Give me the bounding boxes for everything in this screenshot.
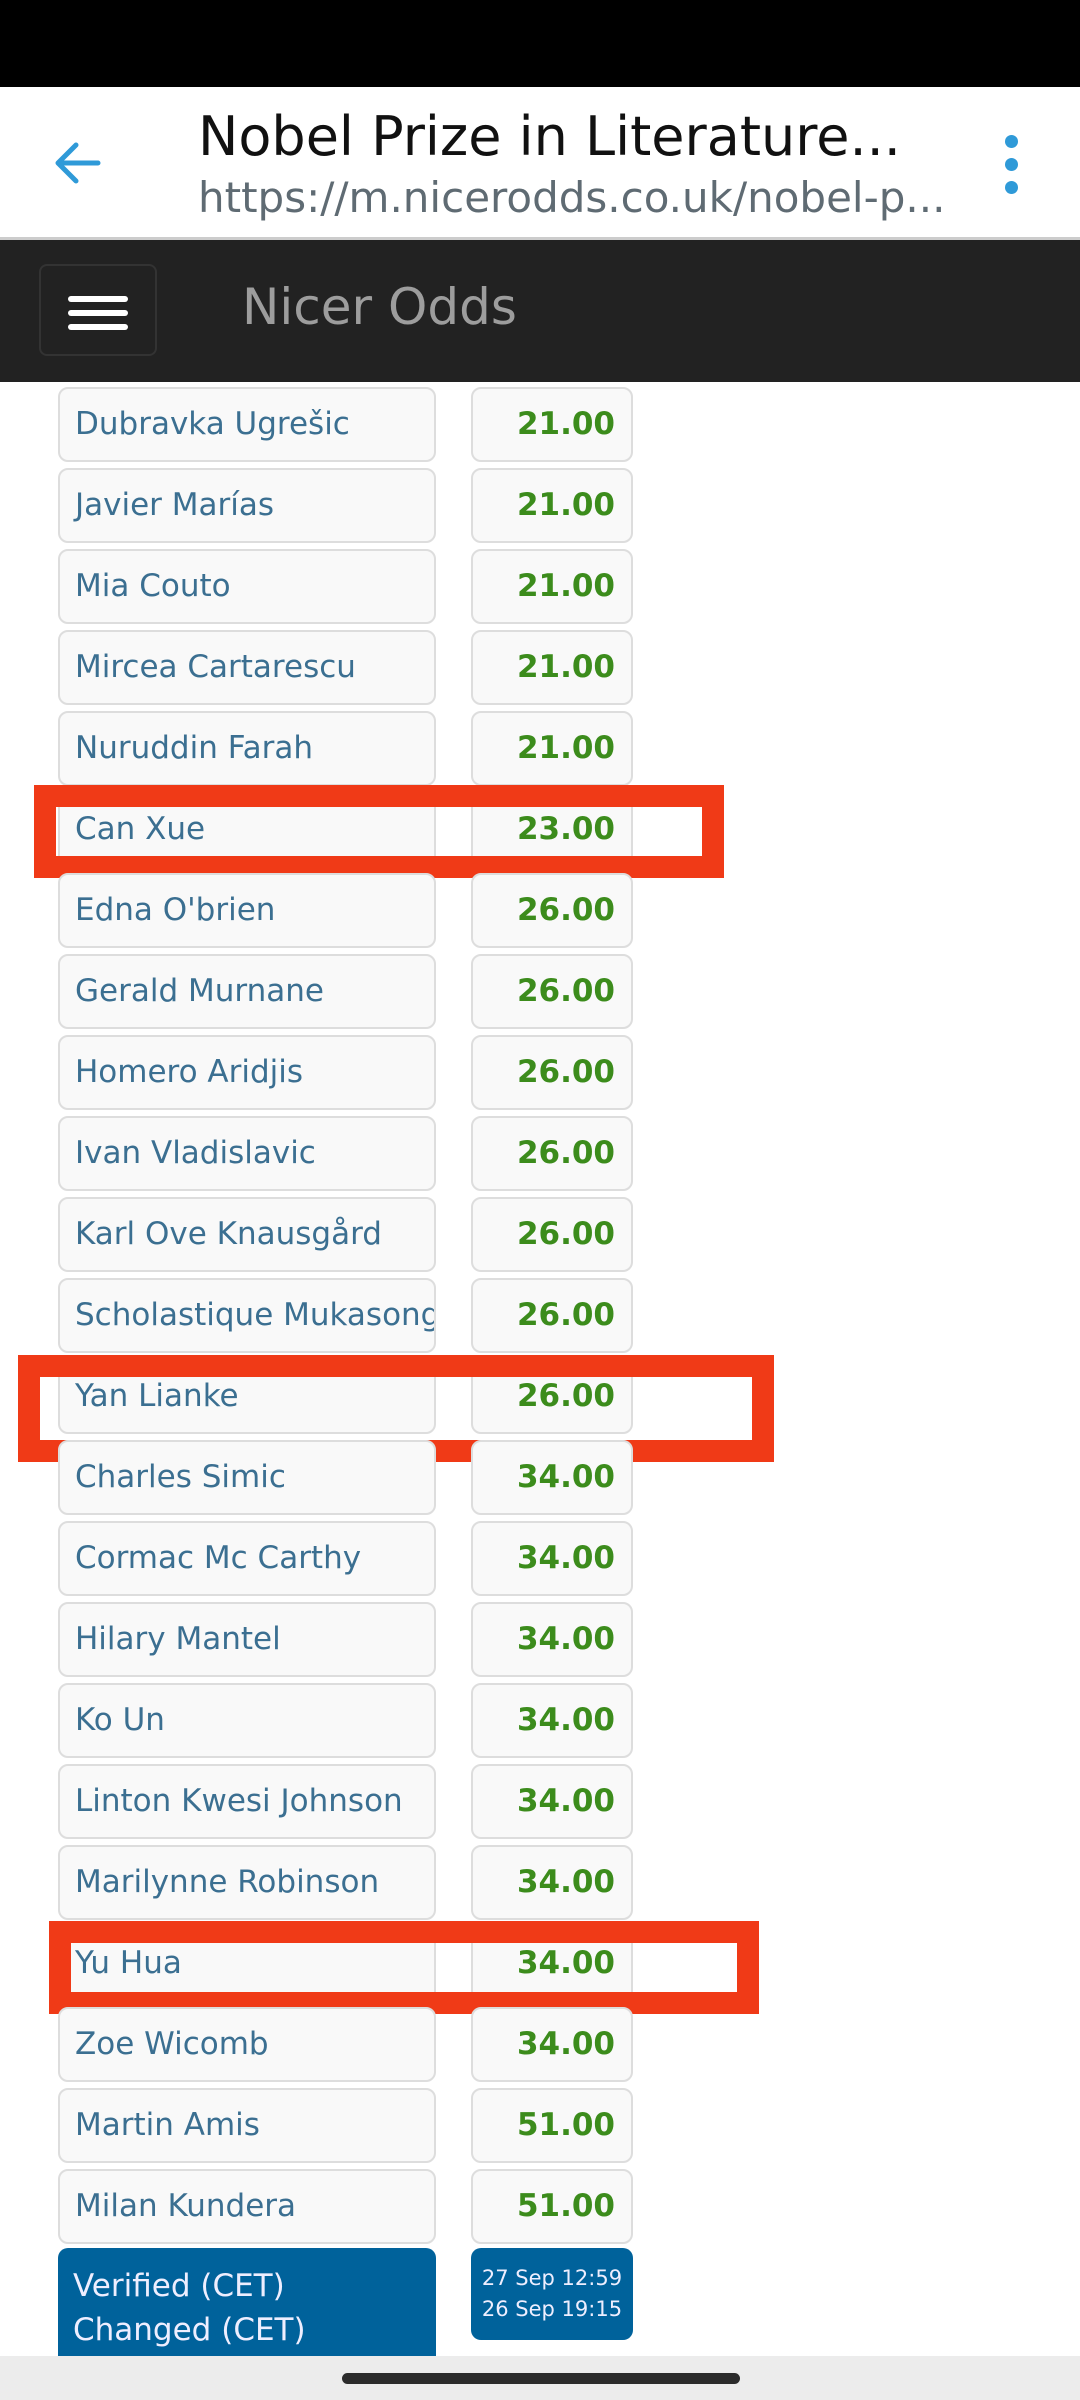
changed-label: Changed (CET) (73, 2312, 306, 2348)
arrow-left-icon[interactable] (48, 133, 108, 193)
odds-value[interactable]: 34.00 (471, 1602, 633, 1677)
odds-value[interactable]: 26.00 (471, 1035, 633, 1110)
candidate-name[interactable]: Ivan Vladislavic (58, 1116, 436, 1191)
site-brand[interactable]: Nicer Odds (242, 278, 517, 336)
odds-row[interactable]: Mircea Cartarescu 21.00 (0, 628, 1080, 709)
status-bar (0, 0, 1080, 87)
odds-row[interactable]: Gerald Murnane 26.00 (0, 952, 1080, 1033)
odds-row[interactable]: Charles Simic 34.00 (0, 1438, 1080, 1519)
odds-row[interactable]: Edna O'brien 26.00 (0, 871, 1080, 952)
odds-value[interactable]: 21.00 (471, 630, 633, 705)
odds-row[interactable]: Dubravka Ugrešic 21.00 (0, 385, 1080, 466)
highlight-box (49, 1921, 759, 2014)
verified-time: 27 Sep 12:59 (481, 2266, 623, 2290)
odds-value[interactable]: 26.00 (471, 954, 633, 1029)
candidate-name[interactable]: Scholastique Mukasonga (58, 1278, 436, 1353)
candidate-name[interactable]: Martin Amis (58, 2088, 436, 2163)
more-vert-icon[interactable] (1005, 135, 1019, 195)
odds-row[interactable]: Javier Marías 21.00 (0, 466, 1080, 547)
odds-value[interactable]: 34.00 (471, 2007, 633, 2082)
system-nav-bar (0, 2356, 1080, 2400)
candidate-name[interactable]: Homero Aridjis (58, 1035, 436, 1110)
odds-value[interactable]: 51.00 (471, 2169, 633, 2244)
candidate-name[interactable]: Nuruddin Farah (58, 711, 436, 786)
highlight-box (34, 785, 724, 878)
candidate-name[interactable]: Dubravka Ugrešic (58, 387, 436, 462)
odds-row[interactable]: Scholastique Mukasonga 26.00 (0, 1276, 1080, 1357)
candidate-name[interactable]: Karl Ove Knausgård (58, 1197, 436, 1272)
candidate-name[interactable]: Charles Simic (58, 1440, 436, 1515)
odds-row[interactable]: Marilynne Robinson 34.00 (0, 1843, 1080, 1924)
odds-value[interactable]: 26.00 (471, 1116, 633, 1191)
candidate-name[interactable]: Zoe Wicomb (58, 2007, 436, 2082)
page-title: Nobel Prize in Literature... (198, 105, 901, 168)
candidate-name[interactable]: Edna O'brien (58, 873, 436, 948)
changed-time: 26 Sep 19:15 (481, 2297, 623, 2321)
odds-row[interactable]: Karl Ove Knausgård 26.00 (0, 1195, 1080, 1276)
odds-row[interactable]: Cormac Mc Carthy 34.00 (0, 1519, 1080, 1600)
odds-row[interactable]: Ko Un 34.00 (0, 1681, 1080, 1762)
candidate-name[interactable]: Gerald Murnane (58, 954, 436, 1029)
verified-label: Verified (CET) (73, 2268, 285, 2304)
odds-row[interactable]: Ivan Vladislavic 26.00 (0, 1114, 1080, 1195)
odds-value[interactable]: 26.00 (471, 1197, 633, 1272)
odds-row[interactable]: Milan Kundera 51.00 (0, 2167, 1080, 2248)
candidate-name[interactable]: Javier Marías (58, 468, 436, 543)
page-url[interactable]: https://m.nicerodds.co.uk/nobel-p... (198, 173, 945, 222)
odds-row[interactable]: Linton Kwesi Johnson 34.00 (0, 1762, 1080, 1843)
odds-value[interactable]: 34.00 (471, 1764, 633, 1839)
candidate-name[interactable]: Mia Couto (58, 549, 436, 624)
odds-row[interactable]: Nuruddin Farah 21.00 (0, 709, 1080, 790)
hamburger-icon[interactable] (39, 264, 157, 356)
site-navbar: Nicer Odds (0, 240, 1080, 382)
candidate-name[interactable]: Cormac Mc Carthy (58, 1521, 436, 1596)
odds-value[interactable]: 21.00 (471, 549, 633, 624)
odds-row[interactable]: Martin Amis 51.00 (0, 2086, 1080, 2167)
candidate-name[interactable]: Mircea Cartarescu (58, 630, 436, 705)
odds-value[interactable]: 26.00 (471, 873, 633, 948)
odds-value[interactable]: 26.00 (471, 1278, 633, 1353)
candidate-name[interactable]: Marilynne Robinson (58, 1845, 436, 1920)
odds-value[interactable]: 34.00 (471, 1845, 633, 1920)
odds-value[interactable]: 34.00 (471, 1440, 633, 1515)
home-handle[interactable] (342, 2373, 740, 2384)
odds-value[interactable]: 34.00 (471, 1683, 633, 1758)
odds-row[interactable]: Zoe Wicomb 34.00 (0, 2005, 1080, 2086)
timestamp-values: 27 Sep 12:59 26 Sep 19:15 (471, 2248, 633, 2340)
odds-value[interactable]: 21.00 (471, 468, 633, 543)
odds-value[interactable]: 34.00 (471, 1521, 633, 1596)
odds-value[interactable]: 51.00 (471, 2088, 633, 2163)
browser-app-bar: Nobel Prize in Literature... https://m.n… (0, 87, 1080, 240)
odds-row[interactable]: Hilary Mantel 34.00 (0, 1600, 1080, 1681)
candidate-name[interactable]: Milan Kundera (58, 2169, 436, 2244)
odds-value[interactable]: 21.00 (471, 387, 633, 462)
candidate-name[interactable]: Linton Kwesi Johnson (58, 1764, 436, 1839)
odds-row[interactable]: Homero Aridjis 26.00 (0, 1033, 1080, 1114)
odds-row[interactable]: Mia Couto 21.00 (0, 547, 1080, 628)
odds-value[interactable]: 21.00 (471, 711, 633, 786)
candidate-name[interactable]: Hilary Mantel (58, 1602, 436, 1677)
candidate-name[interactable]: Ko Un (58, 1683, 436, 1758)
